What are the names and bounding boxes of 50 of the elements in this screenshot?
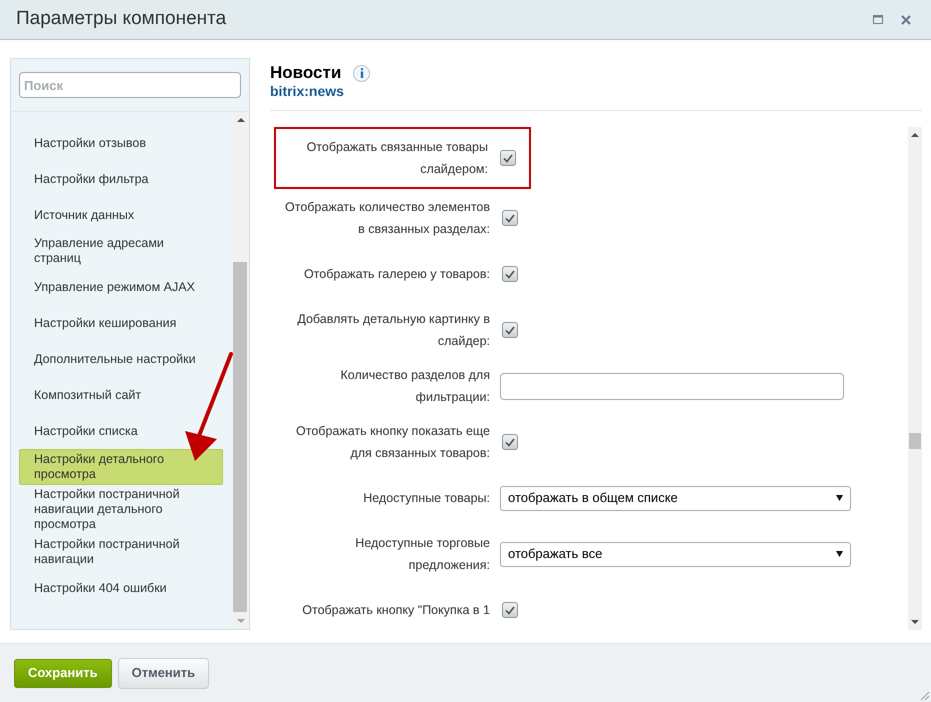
field-label: Недоступные торговые предложения: [354,535,490,574]
sidebar-item[interactable]: Настройки отзывов [19,125,223,161]
checkmark-icon [503,154,513,162]
window-title: Параметры компонента [16,7,228,32]
text-field[interactable] [500,372,844,400]
field-label: Недоступные товары: [362,490,490,507]
field-label: Отображать кнопку показать еще для связанных товаров: [295,423,490,462]
checkbox[interactable] [502,602,518,618]
field-label: Отображать галерею у товаров: [302,266,490,283]
sidebar-item[interactable]: Настройки постраничной навигации детального просмотра [19,485,223,534]
sidebar-item[interactable]: Композитный сайт [19,377,223,413]
scrollbar[interactable] [233,112,247,629]
sidebar-item[interactable]: Настройки 404 ошибки [19,570,223,606]
field-label: Количество разделов для фильтрации: [339,367,490,406]
field-label: Отображать связанные товары слайдером: [306,139,488,178]
dropdown[interactable]: отображать в общем списке [500,486,851,510]
caret-icon [836,495,843,501]
resize-grip-icon[interactable] [918,689,930,701]
sidebar-item[interactable]: Управление режимом AJAX [19,269,223,305]
sidebar-item[interactable]: Настройки фильтра [19,161,223,197]
sidebar-item[interactable]: Дополнительные настройки [19,341,223,377]
sidebar-item[interactable]: Управление адресами страниц [19,233,223,269]
sidebar-item[interactable]: Настройки детального просмотра [19,449,223,485]
field-label: Отображать кнопку "Покупка в 1 [301,602,490,619]
checkbox[interactable] [502,322,518,338]
search-field[interactable]: Поиск [19,72,241,98]
checkbox[interactable] [502,210,518,226]
sidebar-item[interactable]: Источник данных [19,197,223,233]
scrollbar[interactable] [908,127,922,630]
close-icon[interactable] [901,14,911,24]
checkmark-icon [505,606,515,614]
checkbox[interactable] [500,150,516,166]
dropdown[interactable]: отображать все [500,542,851,566]
field-label: Отображать количество элементов в связанных разделах: [284,199,490,238]
sidebar-item[interactable]: Настройки списка [19,413,223,449]
checkmark-icon [505,326,515,334]
component-title: Новости [270,63,342,83]
sidebar-item[interactable]: Настройки постраничной навигации [19,534,223,570]
info-icon[interactable] [353,64,370,82]
sidebar-item[interactable]: Настройки кеширования [19,305,223,341]
field-label: Добавлять детальную картинку в слайдер: [296,311,490,350]
checkbox[interactable] [502,434,518,450]
checkbox[interactable] [502,266,518,282]
maximize-icon[interactable] [873,15,883,24]
checkmark-icon [505,270,515,278]
checkmark-icon [505,438,515,446]
component-code: bitrix:news [270,83,345,99]
checkmark-icon [505,214,515,222]
caret-icon [836,551,843,557]
cancel-button[interactable]: Отменить [118,658,210,688]
